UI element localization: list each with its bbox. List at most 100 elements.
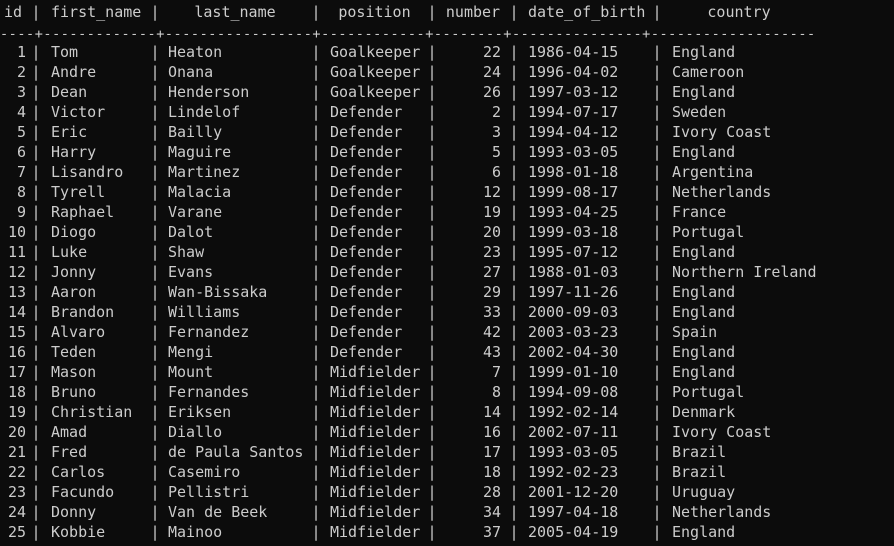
column-separator: | xyxy=(31,283,41,301)
cell-last-name: Dalot xyxy=(168,223,214,241)
column-separator: | xyxy=(427,403,437,421)
column-separator: | xyxy=(31,463,41,481)
cell-position: Goalkeeper xyxy=(330,63,421,81)
column-separator: | xyxy=(311,463,321,481)
cell-first-name: Diogo xyxy=(51,223,97,241)
column-separator: | xyxy=(31,143,41,161)
column-separator: | xyxy=(31,443,41,461)
column-separator: | xyxy=(31,343,41,361)
column-separator: | xyxy=(509,83,519,101)
table-row: 1 Tom Heaton Goalkeeper 22 1986-04-15 England |… xyxy=(0,42,894,62)
cell-date-of-birth: 1995-07-12 xyxy=(528,243,619,261)
column-separator: | xyxy=(652,163,662,181)
column-separator: | xyxy=(311,143,321,161)
cell-number: 6 xyxy=(491,163,501,181)
cell-last-name: Mainoo xyxy=(168,523,223,541)
cell-date-of-birth: 1997-11-26 xyxy=(528,283,619,301)
column-separator: | xyxy=(509,403,519,421)
table-row: 10 Diogo Dalot Defender 20 1999-03-18 Portugal… xyxy=(0,222,894,242)
column-separator: | xyxy=(509,323,519,341)
cell-date-of-birth: 1992-02-23 xyxy=(528,463,619,481)
cell-first-name: Kobbie xyxy=(51,523,106,541)
cell-date-of-birth: 1993-04-25 xyxy=(528,203,619,221)
column-separator: | xyxy=(311,323,321,341)
cell-number: 19 xyxy=(482,203,501,221)
column-separator: | xyxy=(509,223,519,241)
cell-date-of-birth: 2003-03-23 xyxy=(528,323,619,341)
column-separator: | xyxy=(31,403,41,421)
column-separator: | xyxy=(311,383,321,401)
cell-number: 7 xyxy=(491,363,501,381)
column-separator: | xyxy=(427,463,437,481)
terminal-window[interactable]: id first_name last_name position number date_… xyxy=(0,0,894,546)
cell-country: England xyxy=(672,363,736,381)
column-separator: | xyxy=(31,263,41,281)
cell-position: Midfielder xyxy=(330,443,421,461)
cell-country: England xyxy=(672,303,736,321)
cell-first-name: Eric xyxy=(51,123,88,141)
column-separator: | xyxy=(311,183,321,201)
cell-last-name: Lindelof xyxy=(168,103,241,121)
cell-country: Uruguay xyxy=(672,483,736,501)
column-separator: | xyxy=(427,303,437,321)
table-row: 15 Alvaro Fernandez Defender 42 2003-03-23 Spa… xyxy=(0,322,894,342)
column-separator: | xyxy=(150,183,160,201)
column-separator: | xyxy=(652,363,662,381)
column-separator: | xyxy=(509,123,519,141)
table-row: 13 Aaron Wan-Bissaka Defender 29 1997-11-26 En… xyxy=(0,282,894,302)
cell-first-name: Tyrell xyxy=(51,183,106,201)
cell-country: England xyxy=(672,243,736,261)
cell-id: 11 xyxy=(7,243,26,261)
cell-id: 9 xyxy=(16,203,26,221)
cell-first-name: Bruno xyxy=(51,383,97,401)
cell-id: 24 xyxy=(7,503,26,521)
cell-id: 12 xyxy=(7,263,26,281)
column-separator: | xyxy=(652,523,662,541)
cell-last-name: Mengi xyxy=(168,343,214,361)
cell-position: Midfielder xyxy=(330,503,421,521)
column-separator: | xyxy=(311,3,321,21)
cell-country: England xyxy=(672,43,736,61)
cell-date-of-birth: 1994-04-12 xyxy=(528,123,619,141)
column-separator: | xyxy=(150,523,160,541)
cell-position: Midfielder xyxy=(330,423,421,441)
cell-first-name: Brandon xyxy=(51,303,115,321)
column-separator: | xyxy=(311,43,321,61)
column-separator: | xyxy=(652,243,662,261)
column-separator: | xyxy=(509,3,519,21)
cell-position: Defender xyxy=(330,123,403,141)
cell-first-name: Carlos xyxy=(51,463,106,481)
column-separator: | xyxy=(427,223,437,241)
cell-position: Defender xyxy=(330,323,403,341)
cell-id: 13 xyxy=(7,283,26,301)
cell-id: 20 xyxy=(7,423,26,441)
cell-position: Defender xyxy=(330,203,403,221)
cell-last-name: Mount xyxy=(168,363,214,381)
cell-position: Defender xyxy=(330,143,403,161)
column-separator: | xyxy=(652,43,662,61)
column-separator: | xyxy=(509,203,519,221)
cell-first-name: Mason xyxy=(51,363,97,381)
column-separator: | xyxy=(31,383,41,401)
column-separator: | xyxy=(652,503,662,521)
column-separator: | xyxy=(311,443,321,461)
column-separator: | xyxy=(652,403,662,421)
cell-country: Ivory Coast xyxy=(672,123,772,141)
column-separator: | xyxy=(509,63,519,81)
table-row: 24 Donny Van de Beek Midfielder 34 1997-04-18… xyxy=(0,502,894,522)
column-separator: | xyxy=(311,423,321,441)
cell-country: Netherlands xyxy=(672,503,772,521)
column-separator: | xyxy=(311,343,321,361)
column-separator: | xyxy=(427,183,437,201)
cell-last-name: Malacia xyxy=(168,183,232,201)
cell-id: 10 xyxy=(7,223,26,241)
column-separator: | xyxy=(509,243,519,261)
column-header-id: id xyxy=(3,3,23,21)
cell-last-name: Eriksen xyxy=(168,403,232,421)
cell-date-of-birth: 1986-04-15 xyxy=(528,43,619,61)
cell-country: France xyxy=(672,203,727,221)
cell-number: 23 xyxy=(482,243,501,261)
cell-first-name: Raphael xyxy=(51,203,115,221)
column-separator: | xyxy=(150,103,160,121)
cell-date-of-birth: 1988-01-03 xyxy=(528,263,619,281)
